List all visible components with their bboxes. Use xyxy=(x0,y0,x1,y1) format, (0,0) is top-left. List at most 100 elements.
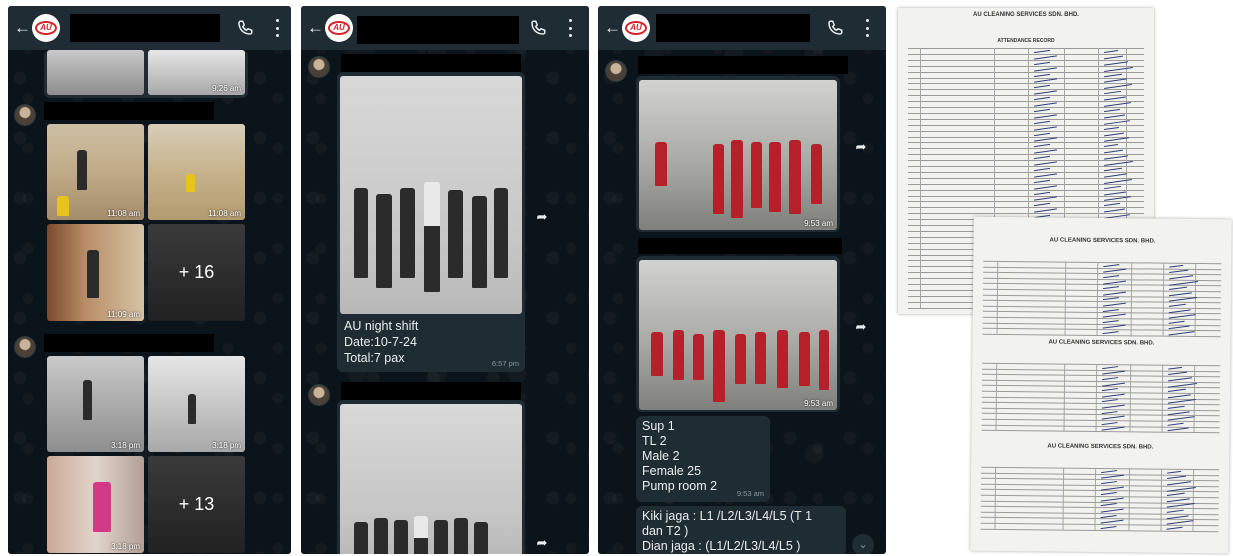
menu-kebab-icon[interactable] xyxy=(864,19,870,37)
handwritten-signature xyxy=(1034,49,1050,54)
photo-thumbnail[interactable]: 9:53 am xyxy=(639,260,837,410)
caption-line: Date:10-7-24 xyxy=(344,335,417,349)
group-avatar[interactable]: AU xyxy=(32,14,60,42)
redacted-sender-name xyxy=(638,56,848,74)
photo-thumbnail[interactable]: 3:18 pm xyxy=(47,356,144,452)
image-caption-message[interactable]: AU night shift Date:10-7-24 Total:7 pax … xyxy=(337,72,525,372)
handwritten-signature xyxy=(1102,331,1119,335)
forward-icon[interactable]: ➦ xyxy=(852,320,870,334)
photo-thumbnail[interactable]: 9:26 am xyxy=(148,50,245,95)
menu-kebab-icon[interactable] xyxy=(274,19,280,37)
handwritten-signature xyxy=(1034,203,1050,207)
image-album-message[interactable]: 11:08 am 11:08 am 11:09 am + 16 xyxy=(44,102,248,328)
sheet-row-rule xyxy=(982,379,1221,384)
sheet-row-rule xyxy=(980,494,1219,499)
photo-thumbnail[interactable]: + 13 xyxy=(148,456,245,553)
voice-call-icon[interactable] xyxy=(529,19,547,37)
sheet-row-rule xyxy=(908,83,1144,85)
image-message[interactable]: 9:53 am xyxy=(636,256,840,412)
back-arrow-icon[interactable]: ← xyxy=(604,18,621,38)
forward-icon[interactable]: ➦ xyxy=(852,140,870,154)
photo-thumbnail[interactable] xyxy=(340,404,522,554)
handwritten-signature xyxy=(1104,132,1124,136)
photo-thumbnail[interactable]: 11:08 am xyxy=(148,124,245,220)
staff-figure xyxy=(777,330,788,388)
staff-figure xyxy=(494,188,508,278)
more-photos-count[interactable]: + 13 xyxy=(148,456,245,553)
image-message[interactable] xyxy=(337,400,525,554)
back-arrow-icon[interactable]: ← xyxy=(307,18,324,38)
sheet-column-rule xyxy=(994,466,997,529)
sheet-row-rule xyxy=(908,166,1144,167)
message-timestamp: 9:26 am xyxy=(212,84,241,93)
handwritten-signature xyxy=(1102,297,1119,301)
voice-call-icon[interactable] xyxy=(236,19,254,37)
staff-figure xyxy=(434,520,448,554)
photo-thumbnail[interactable]: 11:08 am xyxy=(47,124,144,220)
sheet-row-rule xyxy=(982,373,1221,378)
handwritten-signature xyxy=(1169,264,1184,268)
handwritten-signature xyxy=(1104,167,1122,172)
image-album-message[interactable]: 3:18 pm 3:18 pm 3:18 pm + 13 xyxy=(44,334,248,554)
menu-kebab-icon[interactable] xyxy=(567,19,573,37)
group-avatar[interactable]: AU xyxy=(622,14,650,42)
sheet-row-rule xyxy=(980,522,1219,527)
staff-figure xyxy=(354,522,368,554)
chat-panel-1: ← AU 9:26 am 11:08 am 11:08 am 11:09 am … xyxy=(8,6,291,554)
handwritten-signature xyxy=(1104,126,1119,130)
staff-figure xyxy=(755,332,766,384)
summary-line: Male 2 xyxy=(642,449,680,463)
sheet-row-rule xyxy=(982,327,1221,332)
text-message[interactable]: Sup 1 TL 2 Male 2 Female 25 Pump room 2 … xyxy=(636,416,770,502)
scroll-to-bottom-button[interactable]: ⌄ xyxy=(852,534,874,554)
handwritten-signature xyxy=(1034,132,1050,136)
photo-thumbnail[interactable]: 3:18 pm xyxy=(148,356,245,452)
handwritten-signature xyxy=(1167,388,1186,393)
photo-thumbnail[interactable]: 3:18 pm xyxy=(47,456,144,553)
wet-floor-sign xyxy=(186,174,195,192)
sheet-row-rule xyxy=(982,288,1221,293)
handwritten-signature xyxy=(1034,144,1050,148)
image-message[interactable]: 9:26 am xyxy=(44,50,248,98)
handwritten-signature xyxy=(1104,108,1120,113)
sender-avatar[interactable] xyxy=(605,60,627,82)
photo-thumbnail[interactable]: 11:09 am xyxy=(47,224,144,321)
message-timestamp: 3:18 pm xyxy=(111,542,140,551)
handwritten-signature xyxy=(1101,399,1118,403)
handwritten-signature xyxy=(1034,173,1057,178)
more-photos-count[interactable]: + 16 xyxy=(148,224,245,321)
sheet-row-rule xyxy=(908,107,1144,108)
back-arrow-icon[interactable]: ← xyxy=(14,18,31,38)
handwritten-signature xyxy=(1103,49,1119,53)
handwritten-signature xyxy=(1034,114,1057,119)
text-message[interactable]: Kiki jaga : L1 /L2/L3/L4/L5 (T 1 dan T2 … xyxy=(636,506,846,554)
photo-thumbnail[interactable] xyxy=(340,76,522,314)
brand-logo-icon: AU xyxy=(35,21,57,35)
handwritten-signature xyxy=(1101,421,1118,425)
photo-thumbnail[interactable]: + 16 xyxy=(148,224,245,321)
staff-figure xyxy=(400,188,415,278)
sender-avatar[interactable] xyxy=(308,384,330,406)
group-avatar[interactable]: AU xyxy=(325,14,353,42)
sheet-row-rule xyxy=(981,390,1220,395)
image-message[interactable]: 9:53 am xyxy=(636,76,840,232)
handwritten-signature xyxy=(1034,126,1057,131)
forward-icon[interactable]: ➦ xyxy=(533,210,551,224)
summary-line: Female 25 xyxy=(642,464,702,478)
handwritten-signature xyxy=(1034,67,1057,72)
photo-thumbnail[interactable] xyxy=(47,50,144,95)
staff-figure xyxy=(474,522,488,554)
message-timestamp: 3:18 pm xyxy=(111,441,140,450)
handwritten-signature xyxy=(1100,492,1117,496)
sender-avatar[interactable] xyxy=(14,336,36,358)
chat-panel-3: ← AU 9:53 am ➦ 9:53 am ➦ Sup 1 TL 2 Male… xyxy=(598,6,886,554)
forward-icon[interactable]: ➦ xyxy=(533,536,551,550)
sender-avatar[interactable] xyxy=(308,56,330,78)
sender-avatar[interactable] xyxy=(14,104,36,126)
caption-line: AU night shift xyxy=(344,319,419,333)
photo-thumbnail[interactable]: 9:53 am xyxy=(639,80,837,230)
voice-call-icon[interactable] xyxy=(826,19,844,37)
handwritten-signature xyxy=(1034,196,1057,202)
chat-header: ← AU xyxy=(301,6,589,50)
handwritten-signature xyxy=(1102,308,1119,312)
